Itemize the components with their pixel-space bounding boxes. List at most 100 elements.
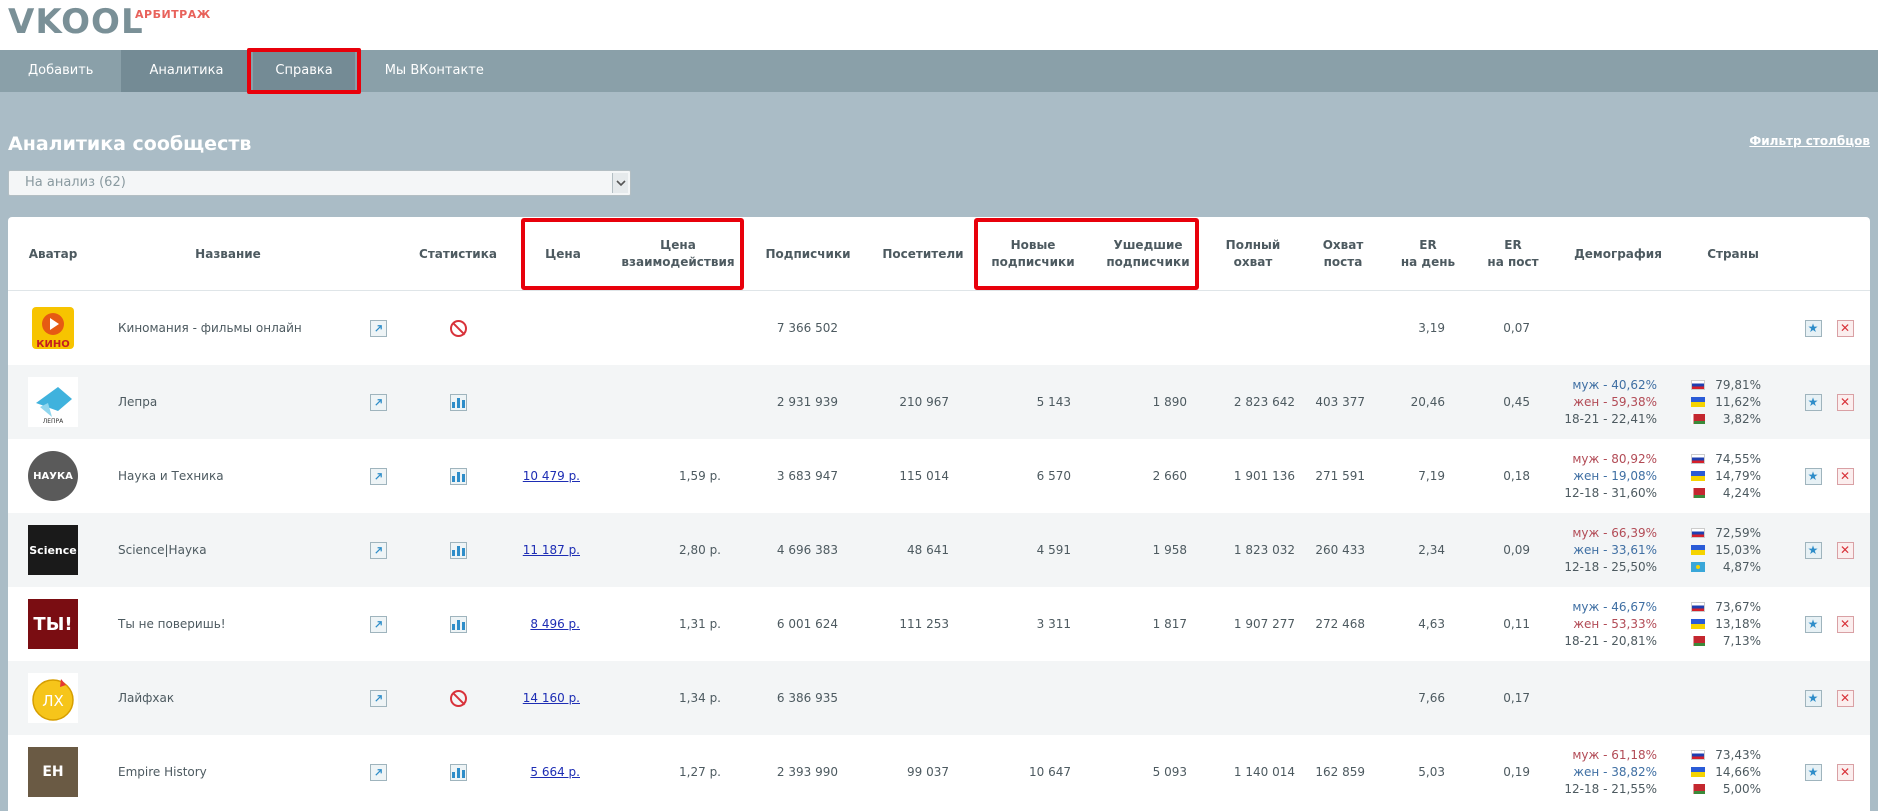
nav-item-vk[interactable]: Мы ВКонтакте: [357, 50, 512, 92]
subscribers: 3 683 947: [776, 469, 838, 483]
bar-chart-icon[interactable]: [449, 615, 467, 633]
header-er-day[interactable]: ER на день: [1388, 217, 1468, 291]
price[interactable]: 11 187 р.: [508, 513, 580, 587]
demography: муж - 61,18% жен - 38,82% 12-18 - 21,55%: [1548, 735, 1657, 809]
header-name[interactable]: Название: [118, 217, 338, 291]
er-post: 0,18: [1503, 469, 1530, 483]
subscribers: 2 393 990: [776, 765, 838, 779]
external-link-icon[interactable]: [369, 393, 387, 411]
header-full-reach[interactable]: Полный охват: [1208, 217, 1298, 291]
avatar-text: ЛЕПРА: [43, 418, 64, 425]
new-subscribers: 4 591: [1036, 543, 1071, 557]
country-line: 14,66%: [1691, 764, 1771, 781]
demography-line: 12-18 - 25,50%: [1564, 559, 1657, 574]
list-select-value: На анализ (62): [25, 175, 126, 190]
price[interactable]: 10 479 р.: [508, 439, 580, 513]
country-share: 7,13%: [1722, 633, 1761, 648]
star-icon[interactable]: ★: [1804, 541, 1822, 559]
full-reach: 1 140 014: [1233, 765, 1295, 779]
nav-item-help[interactable]: Справка: [247, 48, 362, 94]
price-link[interactable]: 14 160 р.: [523, 691, 580, 705]
star-icon[interactable]: ★: [1804, 393, 1822, 411]
external-link-icon[interactable]: [369, 763, 387, 781]
external-link-icon[interactable]: [369, 541, 387, 559]
delete-cell: ✕: [1830, 661, 1860, 735]
open-link-cell: [358, 587, 398, 661]
star-icon[interactable]: ★: [1804, 319, 1822, 337]
star-icon[interactable]: ★: [1804, 763, 1822, 781]
subscribers: 4 696 383: [776, 543, 838, 557]
country-share: 15,03%: [1715, 542, 1761, 557]
left-subscribers: 1 958: [1152, 543, 1187, 557]
demography-line: муж - 66,39%: [1572, 525, 1657, 540]
nav-item-analytics[interactable]: Аналитика: [121, 50, 252, 92]
bar-chart-icon[interactable]: [449, 393, 467, 411]
stats-cell: [438, 439, 478, 513]
price[interactable]: 5 664 р.: [508, 735, 580, 809]
left-subscribers: 2 660: [1152, 469, 1187, 483]
country-share: 73,43%: [1715, 747, 1761, 762]
post-reach: 272 468: [1315, 617, 1365, 631]
country-line: 4,87%: [1691, 559, 1771, 576]
demography-line: жен - 19,08%: [1573, 468, 1657, 483]
star-icon[interactable]: ★: [1804, 615, 1822, 633]
table-row: ЛЕПРА Лепра 2 931 939 210 967 5 143 1 890 2 82…: [8, 365, 1870, 439]
favorite-cell: ★: [1798, 365, 1828, 439]
post-reach: 271 591: [1315, 469, 1365, 483]
subscribers: 2 931 939: [776, 395, 838, 409]
header-stats[interactable]: Статистика: [408, 217, 508, 291]
nav-item-add[interactable]: Добавить: [0, 50, 121, 92]
visitors: 48 641: [907, 543, 949, 557]
favorite-cell: ★: [1798, 735, 1828, 809]
post-reach: [1298, 291, 1365, 365]
close-icon[interactable]: ✕: [1836, 467, 1854, 485]
external-link-icon[interactable]: [369, 615, 387, 633]
country-share: 73,67%: [1715, 599, 1761, 614]
favorite-cell: ★: [1798, 291, 1828, 365]
highlight-subscribers-columns: [974, 218, 1199, 290]
external-link-icon[interactable]: [369, 319, 387, 337]
bar-chart-icon[interactable]: [449, 541, 467, 559]
close-icon[interactable]: ✕: [1836, 393, 1854, 411]
bar-chart-icon[interactable]: [449, 467, 467, 485]
list-select[interactable]: На анализ (62): [8, 170, 631, 196]
chevron-down-icon[interactable]: [612, 173, 628, 193]
logo[interactable]: VKOOL: [8, 2, 144, 42]
visitors: 210 967: [899, 395, 949, 409]
country-line: 79,81%: [1691, 377, 1771, 394]
price[interactable]: 14 160 р.: [508, 661, 580, 735]
community-name: Лайфхак: [118, 691, 175, 705]
external-link-icon[interactable]: [369, 689, 387, 707]
close-icon[interactable]: ✕: [1836, 689, 1854, 707]
header-countries[interactable]: Страны: [1678, 217, 1788, 291]
countries: 73,43% 14,66% 5,00%: [1691, 735, 1771, 809]
avatar-text: КИНО: [36, 339, 69, 350]
close-icon[interactable]: ✕: [1836, 319, 1854, 337]
price-link[interactable]: 5 664 р.: [530, 765, 580, 779]
close-icon[interactable]: ✕: [1836, 763, 1854, 781]
price[interactable]: 8 496 р.: [508, 587, 580, 661]
star-icon[interactable]: ★: [1804, 689, 1822, 707]
er-day: 2,34: [1418, 543, 1445, 557]
price-link[interactable]: 10 479 р.: [523, 469, 580, 483]
stats-cell: [438, 735, 478, 809]
open-link-cell: [358, 365, 398, 439]
bar-chart-icon[interactable]: [449, 763, 467, 781]
price-link[interactable]: 11 187 р.: [523, 543, 580, 557]
header-visitors[interactable]: Посетители: [868, 217, 978, 291]
price-link[interactable]: 8 496 р.: [530, 617, 580, 631]
column-filter-link[interactable]: Фильтр столбцов: [1749, 134, 1870, 148]
close-icon[interactable]: ✕: [1836, 541, 1854, 559]
table-row: Science Science|Наука 11 187 р. 2,80 р. 4 69…: [8, 513, 1870, 587]
header-subscribers[interactable]: Подписчики: [748, 217, 868, 291]
demography-line: жен - 33,61%: [1573, 542, 1657, 557]
header-er-post[interactable]: ER на пост: [1468, 217, 1558, 291]
header-post-reach[interactable]: Охват поста: [1298, 217, 1388, 291]
country-share: 4,24%: [1722, 485, 1761, 500]
external-link-icon[interactable]: [369, 467, 387, 485]
country-share: 74,55%: [1715, 451, 1761, 466]
header-avatar[interactable]: Аватар: [8, 217, 98, 291]
star-icon[interactable]: ★: [1804, 467, 1822, 485]
close-icon[interactable]: ✕: [1836, 615, 1854, 633]
header-demography[interactable]: Демография: [1558, 217, 1678, 291]
